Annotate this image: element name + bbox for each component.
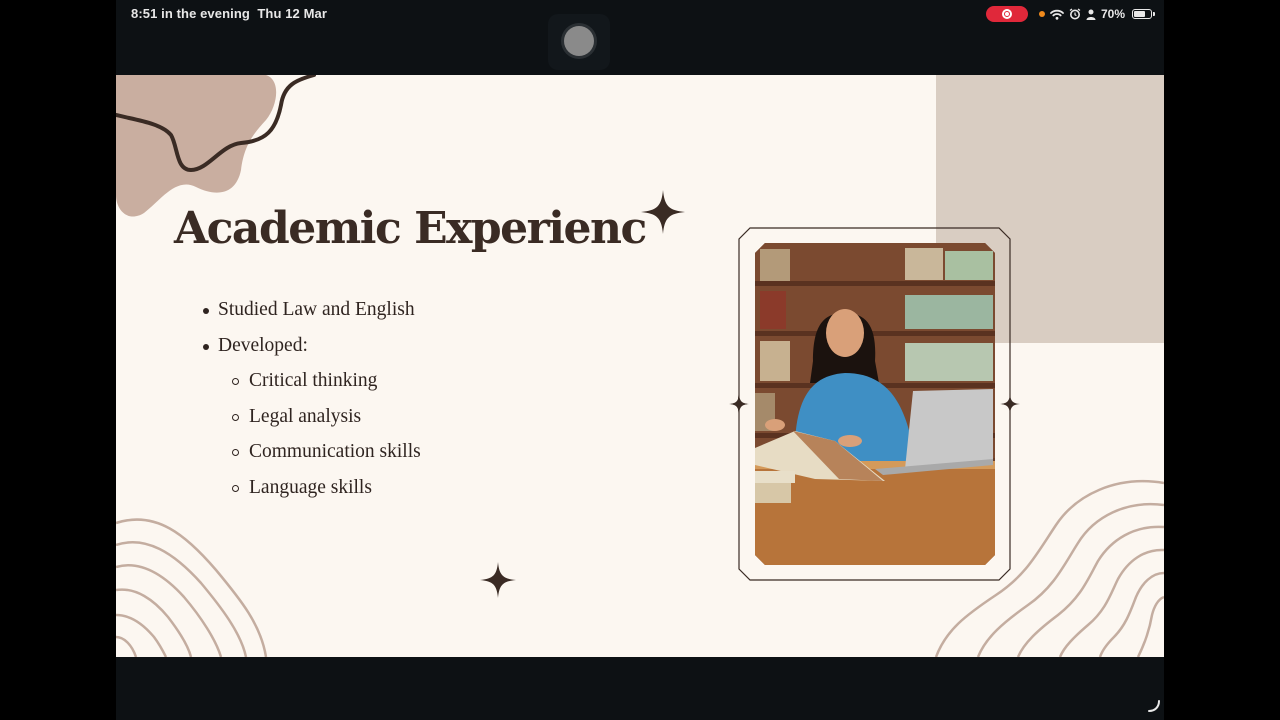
slide-title[interactable]: Academic Experienc xyxy=(174,203,647,254)
resize-corner-icon xyxy=(1148,700,1160,712)
student-with-books-photo[interactable] xyxy=(755,243,995,565)
sub-bullet-item: Language skills xyxy=(218,473,658,509)
tablet-screen: 8:51 in the evening Thu 12 Mar 70% Acade… xyxy=(116,0,1164,720)
bullet-item: Studied Law and English xyxy=(203,295,658,331)
alarm-icon xyxy=(1069,8,1081,20)
presentation-slide[interactable]: Academic Experienc Studied Law and Engli… xyxy=(116,75,1164,657)
sub-bullet-item: Communication skills xyxy=(218,437,658,473)
camera-island xyxy=(548,14,610,70)
sparkle-icon xyxy=(641,190,685,234)
status-bar: 8:51 in the evening Thu 12 Mar 70% xyxy=(116,0,1164,30)
bullet-list[interactable]: Studied Law and English Developed: Criti… xyxy=(203,295,658,509)
bullet-item: Developed: xyxy=(203,331,658,367)
sparkle-icon xyxy=(1000,394,1020,414)
status-icons: 70% xyxy=(985,5,1155,23)
sparkle-icon xyxy=(480,562,516,598)
orange-dot-icon xyxy=(1038,11,1045,17)
status-time: 8:51 in the evening Thu 12 Mar xyxy=(131,6,327,21)
person-icon xyxy=(1086,9,1096,20)
status-date: Thu 12 Mar xyxy=(257,6,327,21)
battery-percent: 70% xyxy=(1100,7,1125,21)
sub-bullet-item: Legal analysis xyxy=(218,402,658,438)
camera-lens-icon xyxy=(564,26,594,56)
screen-record-icon[interactable] xyxy=(985,6,1028,22)
sparkle-icon xyxy=(729,394,749,414)
wifi-icon xyxy=(1050,9,1064,20)
contour-lines-left xyxy=(116,518,268,657)
sub-bullet-item: Critical thinking xyxy=(218,366,658,402)
battery-icon xyxy=(1132,9,1155,19)
bottom-bar xyxy=(116,657,1164,720)
